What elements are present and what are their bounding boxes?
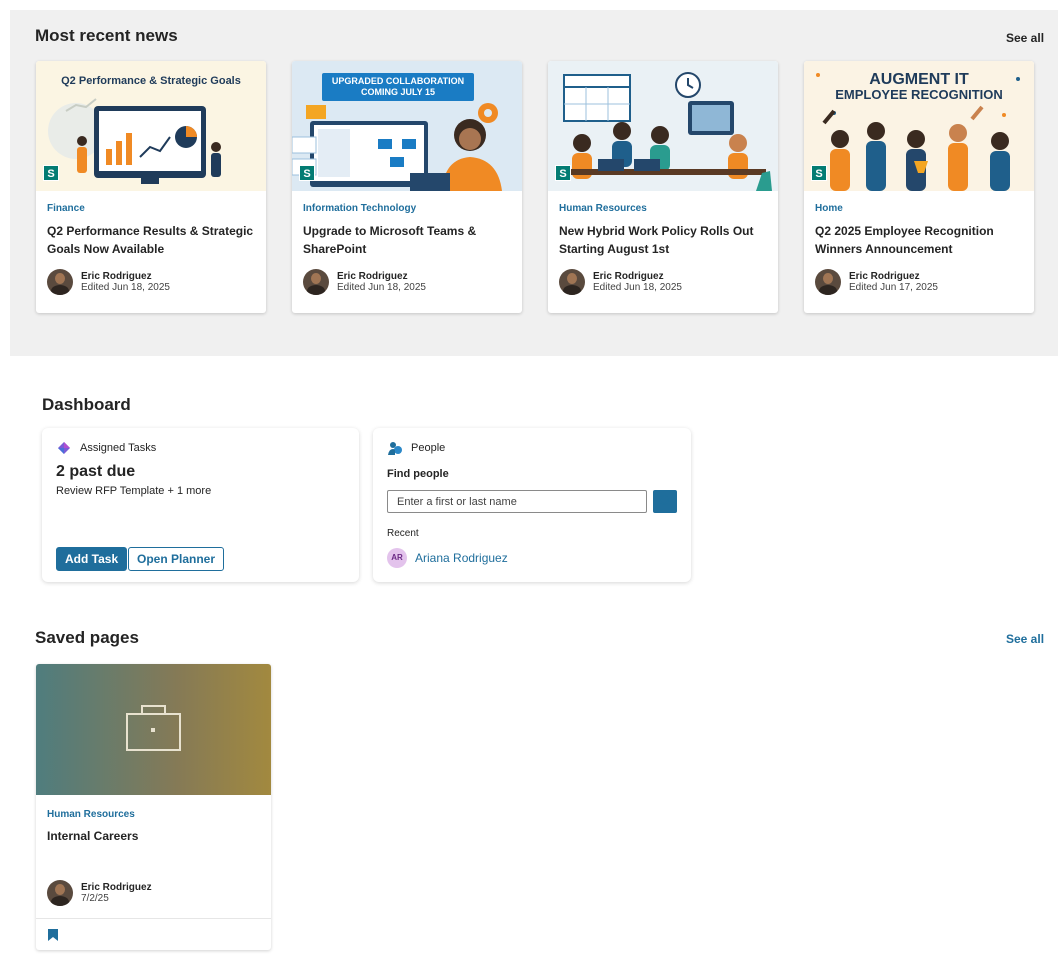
author-name: Eric Rodriguez xyxy=(81,271,152,282)
news-card-image: AUGMENT IT EMPLOYEE RECOGNITION S xyxy=(804,61,1034,191)
news-card-category: Finance xyxy=(47,203,85,214)
saved-page-card[interactable]: Human Resources Internal Careers Eric Ro… xyxy=(36,664,271,950)
saved-page-title[interactable]: Internal Careers xyxy=(47,829,138,843)
avatar xyxy=(47,269,73,295)
news-card-information-technology[interactable]: UPGRADED COLLABORATION COMING JULY 15 S … xyxy=(292,61,522,313)
people-search-input[interactable] xyxy=(387,490,647,513)
saved-page-thumbnail xyxy=(36,664,271,795)
saved-page-author: Eric Rodriguez 7/2/25 xyxy=(47,880,152,906)
news-image-caption-line-1: AUGMENT IT xyxy=(869,71,969,88)
people-header: People xyxy=(387,440,445,456)
news-card-image: UPGRADED COLLABORATION COMING JULY 15 S xyxy=(292,61,522,191)
news-card-author: Eric Rodriguez Edited Jun 17, 2025 xyxy=(815,269,938,295)
news-card-image: S xyxy=(548,61,778,191)
search-icon xyxy=(659,495,669,505)
news-image-caption: Q2 Performance & Strategic Goals xyxy=(61,75,241,87)
news-image-caption-line-2: COMING JULY 15 xyxy=(360,87,436,97)
news-card-finance[interactable]: Q2 Performance & Strategic Goals S Finan… xyxy=(36,61,266,313)
news-card-author: Eric Rodriguez Edited Jun 18, 2025 xyxy=(47,269,170,295)
avatar xyxy=(47,880,73,906)
news-image-caption-line-1: UPGRADED COLLABORATION xyxy=(331,76,465,86)
news-card-category: Information Technology xyxy=(303,203,417,214)
news-card-author: Eric Rodriguez Edited Jun 18, 2025 xyxy=(559,269,682,295)
news-section-title: Most recent news xyxy=(35,26,178,45)
saved-pages-title: Saved pages xyxy=(35,628,139,647)
edited-date: Edited Jun 17, 2025 xyxy=(849,282,938,293)
assigned-tasks-header: Assigned Tasks xyxy=(56,440,156,456)
add-task-button[interactable]: Add Task xyxy=(56,547,128,571)
people-search-button[interactable] xyxy=(653,490,677,513)
edited-date: Edited Jun 18, 2025 xyxy=(337,282,426,293)
avatar xyxy=(815,269,841,295)
author-name: Eric Rodriguez xyxy=(81,882,152,893)
open-planner-button[interactable]: Open Planner xyxy=(128,547,225,571)
people-card: People Find people Recent AR Ariana Rodr… xyxy=(373,428,691,582)
news-card-title[interactable]: Q2 2025 Employee Recognition Winners Ann… xyxy=(815,222,1025,258)
saved-page-category: Human Resources xyxy=(47,809,135,820)
person-initials-avatar: AR xyxy=(387,548,407,568)
avatar xyxy=(559,269,585,295)
card-divider xyxy=(36,918,271,919)
recent-person-name[interactable]: Ariana Rodriguez xyxy=(415,551,508,565)
recent-person[interactable]: AR Ariana Rodriguez xyxy=(387,548,508,568)
news-see-all-link[interactable]: See all xyxy=(1006,31,1044,45)
tasks-detail: Review RFP Template + 1 more xyxy=(56,485,212,497)
planner-icon xyxy=(58,442,70,454)
edited-date: Edited Jun 18, 2025 xyxy=(593,282,682,293)
dashboard-title: Dashboard xyxy=(42,395,131,414)
news-card-human-resources[interactable]: S Human Resources New Hybrid Work Policy… xyxy=(548,61,778,313)
avatar xyxy=(303,269,329,295)
author-name: Eric Rodriguez xyxy=(337,271,408,282)
find-people-label: Find people xyxy=(387,468,449,480)
assigned-tasks-label: Assigned Tasks xyxy=(80,442,157,454)
sharepoint-icon: S xyxy=(811,165,827,181)
news-card-title[interactable]: New Hybrid Work Policy Rolls Out Startin… xyxy=(559,222,769,258)
sharepoint-icon: S xyxy=(43,165,59,181)
bookmark-icon[interactable] xyxy=(47,928,59,942)
edited-date: Edited Jun 18, 2025 xyxy=(81,282,170,293)
saved-date: 7/2/25 xyxy=(81,893,109,904)
news-card-title[interactable]: Upgrade to Microsoft Teams & SharePoint xyxy=(303,222,513,258)
news-card-title[interactable]: Q2 Performance Results & Strategic Goals… xyxy=(47,222,257,258)
sharepoint-icon: S xyxy=(555,165,571,181)
assigned-tasks-card: Assigned Tasks 2 past due Review RFP Tem… xyxy=(42,428,359,582)
news-card-category: Home xyxy=(815,203,843,214)
author-name: Eric Rodriguez xyxy=(849,271,920,282)
news-card-image: Q2 Performance & Strategic Goals S xyxy=(36,61,266,191)
recent-label: Recent xyxy=(387,528,419,539)
people-label: People xyxy=(411,442,446,454)
tasks-status: 2 past due xyxy=(56,463,136,480)
news-card-category: Human Resources xyxy=(559,203,647,214)
briefcase-icon xyxy=(126,705,181,751)
news-image-caption-line-2: EMPLOYEE RECOGNITION xyxy=(835,87,1003,102)
people-icon xyxy=(388,442,402,455)
news-card-author: Eric Rodriguez Edited Jun 18, 2025 xyxy=(303,269,426,295)
sharepoint-icon: S xyxy=(299,165,315,181)
saved-pages-see-all-link[interactable]: See all xyxy=(1006,632,1044,646)
author-name: Eric Rodriguez xyxy=(593,271,664,282)
news-card-home[interactable]: AUGMENT IT EMPLOYEE RECOGNITION S Home Q… xyxy=(804,61,1034,313)
